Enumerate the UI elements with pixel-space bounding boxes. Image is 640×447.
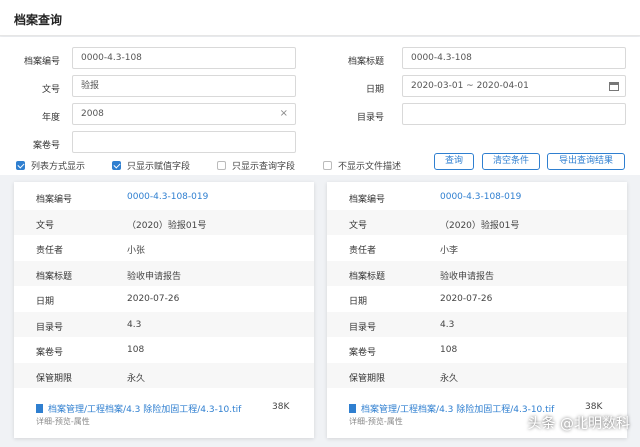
option-assigned-only[interactable]: 只显示赋值字段 [112,159,190,172]
field-key: 保管期限 [36,373,73,384]
field-key: 档案标题 [349,271,386,282]
calendar-icon[interactable] [609,81,619,91]
query-button[interactable]: 查询 [434,153,474,170]
field-row: 保管期限 永久 [327,362,627,388]
checkbox-icon[interactable] [217,161,226,170]
page-header: 档案查询 [0,0,640,36]
field-key: 案卷号 [349,348,377,358]
option-query-fields-only[interactable]: 只显示查询字段 [217,159,295,172]
option-label: 只显示查询字段 [232,162,296,172]
field-row: 目录号 4.3 [327,311,627,337]
date-label: 日期 [365,85,384,95]
file-link[interactable]: 档案管理/工程档案/4.3 除险加固工程/4.3-10.tif [36,402,241,415]
field-value: 4.3 [127,319,142,330]
field-value: 2020-07-26 [127,294,180,304]
field-value: 永久 [440,373,459,384]
field-key: 档案编号 [36,195,73,205]
field-key: 日期 [36,297,55,307]
option-label: 只显示赋值字段 [127,162,191,172]
field-row: 保管期限 永久 [14,362,314,388]
checkbox-icon[interactable] [112,161,121,170]
query-form: 档案编号 0000-4.3-108 文号 验报 年度 2008 × 案卷号 档案… [0,37,640,175]
watermark: 头条 @北明数科 [527,416,630,432]
field-value: 4.3 [440,319,455,330]
field-value: 小张 [127,246,146,256]
field-key: 责任者 [349,246,377,256]
volume-no-label: 案卷号 [32,141,60,151]
field-value: 验收申请报告 [127,271,182,282]
field-row: 责任者 小李 [327,235,627,261]
archive-no-link[interactable]: 0000-4.3-108-019 [440,192,521,202]
field-key: 文号 [349,220,368,231]
field-row: 案卷号 108 [14,337,314,363]
catalog-no-input[interactable] [402,103,626,125]
field-value: 2020-07-26 [440,294,493,304]
result-card: 档案编号 0000-4.3-108-019 文号 （2020）验报01号 责任者 小张… [14,182,314,438]
field-key: 案卷号 [36,348,64,358]
field-row: 档案标题 验收申请报告 [14,260,314,286]
field-value: 108 [127,345,145,355]
field-value: （2020）验报01号 [127,220,207,231]
archive-no-link[interactable]: 0000-4.3-108-019 [127,192,208,202]
file-link[interactable]: 档案管理/工程档案/4.3 除险加固工程/4.3-10.tif [349,402,554,415]
option-list-view[interactable]: 列表方式显示 [16,159,85,172]
export-results-button[interactable]: 导出查询结果 [547,153,625,170]
field-value: 小李 [440,246,459,256]
file-icon [349,404,356,413]
field-row: 文号 （2020）验报01号 [14,209,314,235]
field-value: 108 [440,345,458,355]
checkbox-icon[interactable] [16,161,25,170]
field-value: （2020）验报01号 [440,220,520,231]
checkbox-icon[interactable] [323,161,332,170]
clear-conditions-button[interactable]: 清空条件 [482,153,540,170]
field-value: 永久 [127,373,146,384]
result-card: 档案编号 0000-4.3-108-019 文号 （2020）验报01号 责任者 小李… [327,182,627,438]
field-key: 档案标题 [36,271,73,282]
doc-no-input[interactable]: 验报 [72,75,296,97]
archive-no-label: 档案编号 [23,57,60,67]
field-key: 目录号 [36,322,64,333]
field-key: 日期 [349,297,368,307]
file-path: 档案管理/工程档案/4.3 除险加固工程/4.3-10.tif [361,405,555,415]
file-actions[interactable]: 详细-预览-属性 [349,416,403,427]
catalog-no-label: 目录号 [356,113,384,123]
archive-no-input[interactable]: 0000-4.3-108 [72,47,296,69]
date-range-input[interactable]: 2020-03-01 ~ 2020-04-01 [402,75,626,97]
field-row: 档案编号 0000-4.3-108-019 [14,184,314,210]
field-row: 文号 （2020）验报01号 [327,209,627,235]
file-actions[interactable]: 详细-预览-属性 [36,416,90,427]
field-row: 责任者 小张 [14,235,314,261]
field-row: 日期 2020-07-26 [327,286,627,312]
file-icon [36,404,43,413]
doc-no-label: 文号 [41,85,60,95]
archive-title-label: 档案标题 [347,57,384,67]
year-input[interactable]: 2008 × [72,103,296,125]
clear-icon[interactable]: × [280,108,288,119]
field-key: 文号 [36,220,55,231]
year-label: 年度 [41,113,60,123]
field-row: 案卷号 108 [327,337,627,363]
field-row: 档案编号 0000-4.3-108-019 [327,184,627,210]
file-size: 38K [585,402,603,412]
page-title: 档案查询 [14,13,63,27]
field-row: 档案标题 验收申请报告 [327,260,627,286]
field-row: 目录号 4.3 [14,311,314,337]
date-range-value: 2020-03-01 ~ 2020-04-01 [411,81,529,91]
field-key: 目录号 [349,322,377,333]
option-hide-description[interactable]: 不显示文件描述 [323,159,401,172]
volume-no-input[interactable] [72,131,296,153]
field-key: 责任者 [36,246,64,256]
year-value: 2008 [81,109,104,119]
field-row: 日期 2020-07-26 [14,286,314,312]
option-label: 列表方式显示 [31,162,86,172]
file-path: 档案管理/工程档案/4.3 除险加固工程/4.3-10.tif [48,405,242,415]
file-size: 38K [272,402,290,412]
field-key: 保管期限 [349,373,386,384]
archive-title-input[interactable]: 0000-4.3-108 [402,47,626,69]
field-key: 档案编号 [349,195,386,205]
field-value: 验收申请报告 [440,271,495,282]
option-label: 不显示文件描述 [338,162,402,172]
